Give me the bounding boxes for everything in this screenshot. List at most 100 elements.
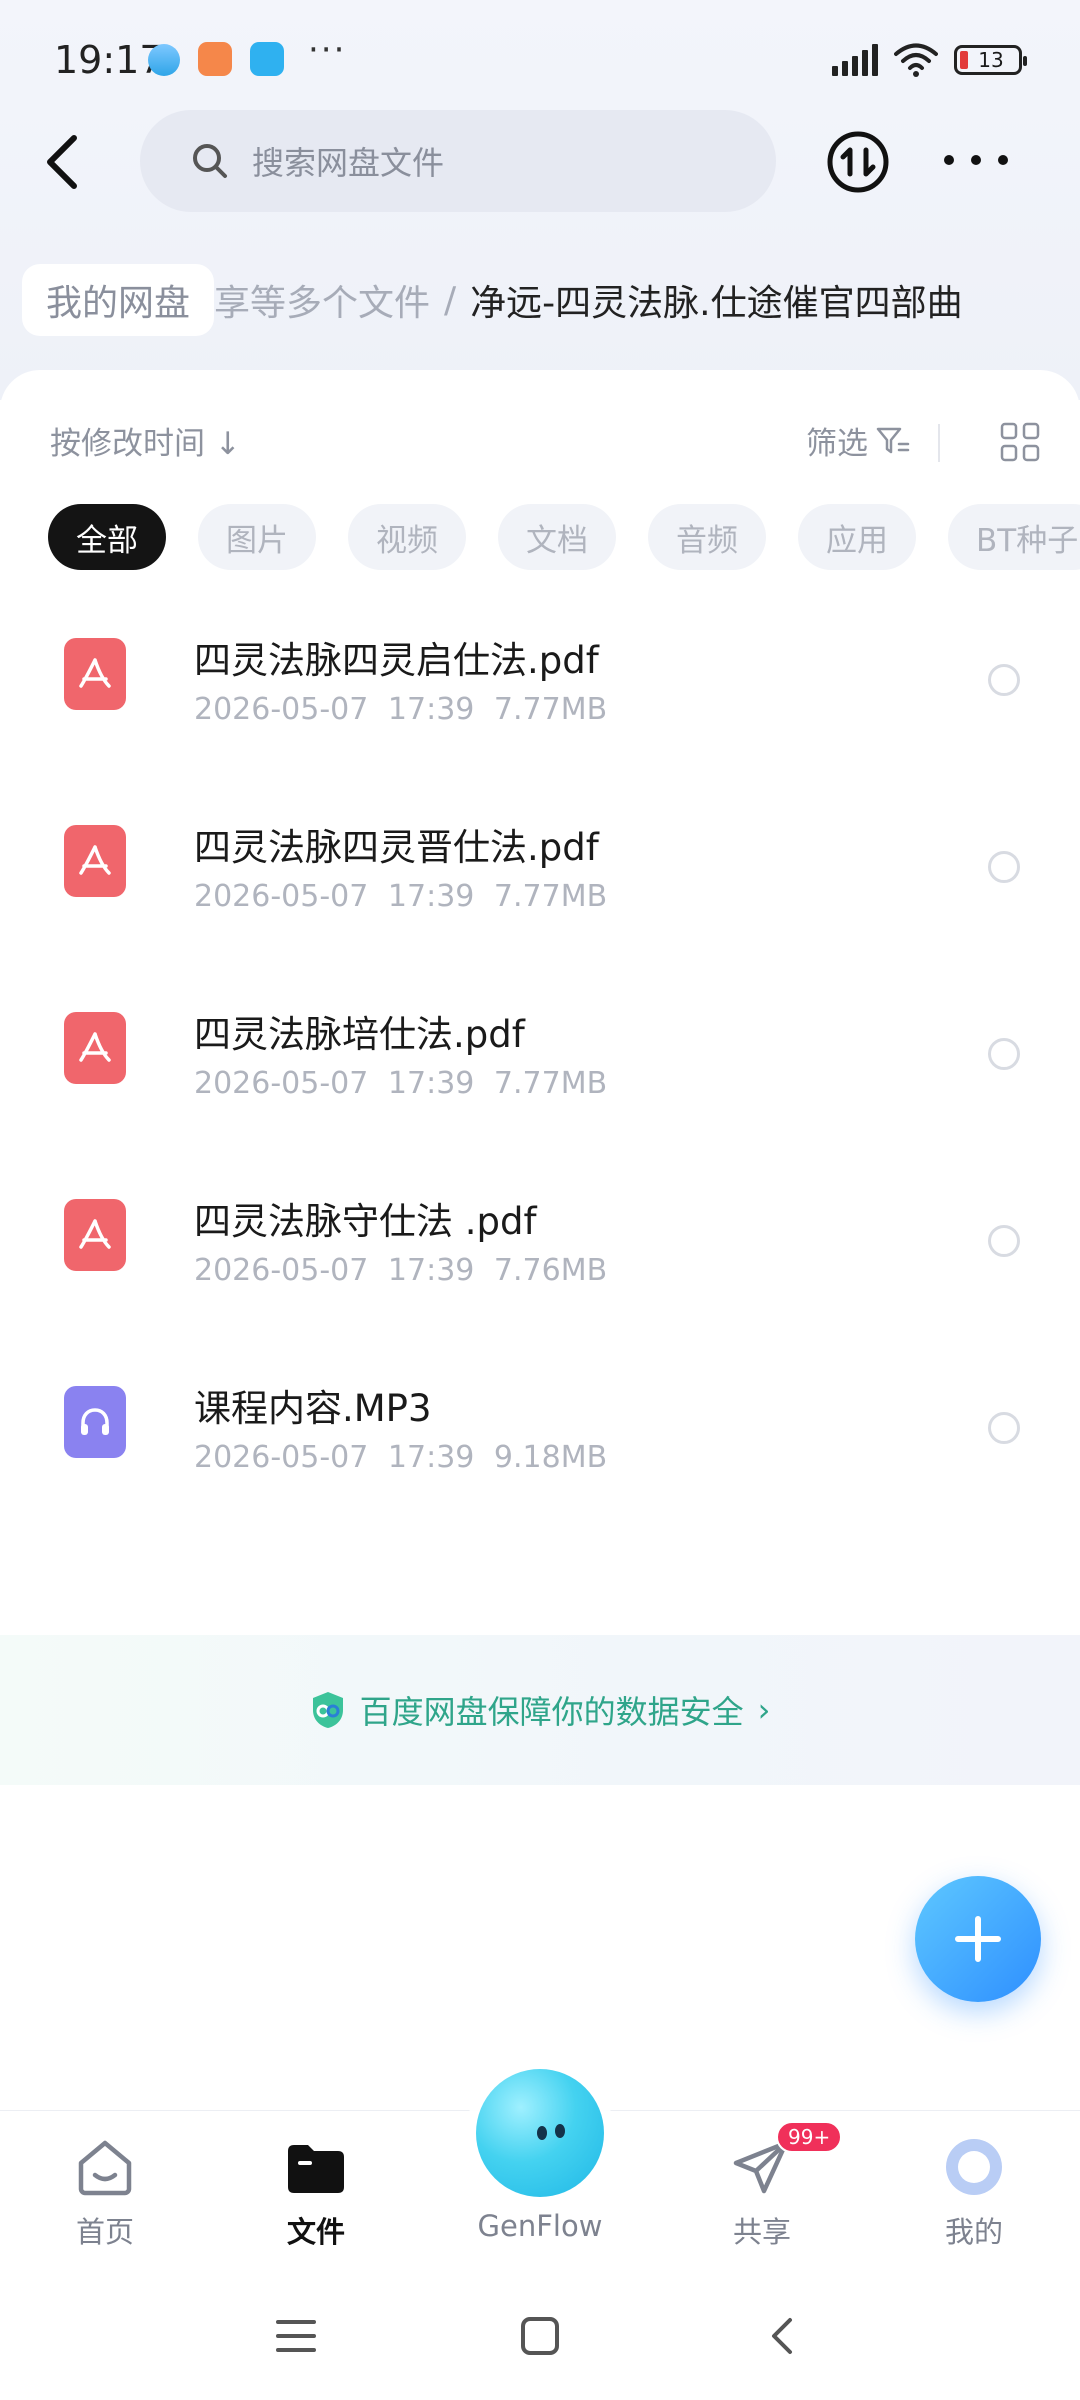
back-button[interactable] xyxy=(36,126,92,198)
more-dot-icon xyxy=(944,155,954,165)
file-row[interactable]: 课程内容.MP3 2026-05-07 17:39 9.18MB xyxy=(0,1346,1080,1533)
category-tabs: 全部 图片 视频 文档 音频 应用 BT种子 xyxy=(48,504,1080,574)
select-checkbox[interactable] xyxy=(988,664,1020,696)
chevron-right-icon: › xyxy=(757,1691,771,1729)
select-checkbox[interactable] xyxy=(988,1225,1020,1257)
data-security-banner[interactable]: 百度网盘保障你的数据安全 › xyxy=(0,1635,1080,1785)
status-bar: 19:17 ··· 13 xyxy=(0,0,1080,120)
filter-icon xyxy=(876,427,910,453)
file-panel: 按修改时间 ↓ 筛选 全部 图片 视频 文档 音频 应用 BT种子 四灵法脉四灵… xyxy=(0,370,1080,2110)
more-options-button[interactable] xyxy=(944,140,1008,180)
battery-level: 13 xyxy=(978,48,1004,72)
notification-app-icon xyxy=(250,42,284,76)
grid-view-button[interactable] xyxy=(1000,422,1040,462)
nav-share[interactable]: 99+ 共享 xyxy=(682,2121,843,2265)
file-date: 2026-05-07 xyxy=(194,692,369,727)
shield-icon xyxy=(312,1692,343,1728)
file-date: 2026-05-07 xyxy=(194,879,369,914)
select-checkbox[interactable] xyxy=(988,851,1020,883)
genflow-spacer xyxy=(508,2135,572,2199)
grid-view-icon xyxy=(1000,422,1040,462)
wifi-icon xyxy=(894,43,938,77)
filter-button[interactable]: 筛选 xyxy=(806,418,910,463)
nav-home-label: 首页 xyxy=(75,2215,134,2249)
more-notifications-icon: ··· xyxy=(308,30,347,70)
sort-label: 按修改时间 xyxy=(50,426,205,462)
bottom-navigation: 首页 文件 GenFlow 99+ 共享 我的 xyxy=(0,2069,1080,2270)
nav-home[interactable]: 首页 xyxy=(25,2135,185,2265)
file-name: 四灵法脉培仕法.pdf xyxy=(194,1013,525,1056)
file-meta: 2026-05-07 17:39 7.77MB xyxy=(194,879,607,914)
file-row[interactable]: 四灵法脉四灵晋仕法.pdf 2026-05-07 17:39 7.77MB xyxy=(0,785,1080,972)
file-row[interactable]: 四灵法脉培仕法.pdf 2026-05-07 17:39 7.77MB xyxy=(0,972,1080,1159)
file-date: 2026-05-07 xyxy=(194,1440,369,1475)
file-meta: 2026-05-07 17:39 7.76MB xyxy=(194,1253,607,1288)
file-name: 四灵法脉四灵晋仕法.pdf xyxy=(194,826,599,869)
search-placeholder: 搜索网盘文件 xyxy=(252,144,445,182)
share-icon: 99+ xyxy=(730,2121,843,2199)
home-icon xyxy=(73,2135,137,2199)
more-dot-icon xyxy=(998,155,1008,165)
tab-videos[interactable]: 视频 xyxy=(348,504,466,570)
tab-documents[interactable]: 文档 xyxy=(498,504,616,570)
recent-apps-button[interactable] xyxy=(268,2308,324,2364)
tab-all[interactable]: 全部 xyxy=(48,504,166,570)
search-icon xyxy=(193,144,227,178)
nav-share-label: 共享 xyxy=(732,2215,791,2249)
breadcrumb-middle[interactable]: 享等多个文件 xyxy=(214,274,430,326)
file-meta: 2026-05-07 17:39 7.77MB xyxy=(194,692,607,727)
back-arrow-icon xyxy=(47,135,77,189)
notification-app-icon xyxy=(198,42,232,76)
transfer-list-button[interactable] xyxy=(826,130,890,194)
file-meta: 2026-05-07 17:39 7.77MB xyxy=(194,1066,607,1101)
system-back-button[interactable] xyxy=(756,2308,812,2364)
file-row[interactable]: 四灵法脉守仕法 .pdf 2026-05-07 17:39 7.76MB xyxy=(0,1159,1080,1346)
avatar-icon xyxy=(942,2135,1006,2199)
file-size: 9.18MB xyxy=(493,1440,608,1475)
menu-icon xyxy=(276,2320,316,2352)
file-date: 2026-05-07 xyxy=(194,1253,369,1288)
toolbar-divider xyxy=(938,424,940,462)
square-icon xyxy=(521,2317,559,2355)
file-name: 课程内容.MP3 xyxy=(194,1387,432,1430)
file-size: 7.77MB xyxy=(493,1066,608,1101)
file-time: 17:39 xyxy=(387,1066,475,1101)
filter-label: 筛选 xyxy=(806,426,868,462)
sort-arrow-icon: ↓ xyxy=(214,426,241,462)
status-indicators: 13 xyxy=(832,40,1027,80)
share-badge: 99+ xyxy=(776,2121,843,2153)
file-time: 17:39 xyxy=(387,692,475,727)
tab-bt-torrents[interactable]: BT种子 xyxy=(948,504,1080,570)
file-size: 7.76MB xyxy=(493,1253,608,1288)
pdf-icon xyxy=(64,638,126,710)
signal-icon xyxy=(832,44,878,76)
file-name: 四灵法脉守仕法 .pdf xyxy=(194,1200,537,1243)
file-meta: 2026-05-07 17:39 9.18MB xyxy=(194,1440,607,1475)
tab-images[interactable]: 图片 xyxy=(198,504,316,570)
file-time: 17:39 xyxy=(387,1253,475,1288)
breadcrumb: 我的网盘 享等多个文件 / 净远-四灵法脉.仕途催官四部曲 xyxy=(22,262,1080,338)
select-checkbox[interactable] xyxy=(988,1038,1020,1070)
nav-mine[interactable]: 我的 xyxy=(894,2135,1054,2265)
file-list: 四灵法脉四灵启仕法.pdf 2026-05-07 17:39 7.77MB 四灵… xyxy=(0,598,1080,1533)
transfer-icon xyxy=(827,131,889,193)
system-navigation-bar xyxy=(0,2270,1080,2400)
breadcrumb-root[interactable]: 我的网盘 xyxy=(22,264,215,336)
file-size: 7.77MB xyxy=(493,879,608,914)
add-button[interactable] xyxy=(915,1876,1041,2002)
select-checkbox[interactable] xyxy=(988,1412,1020,1444)
file-time: 17:39 xyxy=(387,879,475,914)
nav-files-label: 文件 xyxy=(286,2215,345,2249)
file-row[interactable]: 四灵法脉四灵启仕法.pdf 2026-05-07 17:39 7.77MB xyxy=(0,598,1080,785)
breadcrumb-current: 净远-四灵法脉.仕途催官四部曲 xyxy=(470,283,963,324)
tab-apps[interactable]: 应用 xyxy=(798,504,916,570)
home-button[interactable] xyxy=(512,2308,568,2364)
notification-app-icon xyxy=(148,44,180,76)
nav-genflow[interactable]: GenFlow xyxy=(460,2135,620,2265)
search-input[interactable]: 搜索网盘文件 xyxy=(140,110,776,212)
folder-icon xyxy=(284,2135,348,2199)
nav-files[interactable]: 文件 xyxy=(236,2135,396,2265)
sort-button[interactable]: 按修改时间 ↓ xyxy=(50,418,241,463)
tab-audio[interactable]: 音频 xyxy=(648,504,766,570)
more-dot-icon xyxy=(971,155,981,165)
